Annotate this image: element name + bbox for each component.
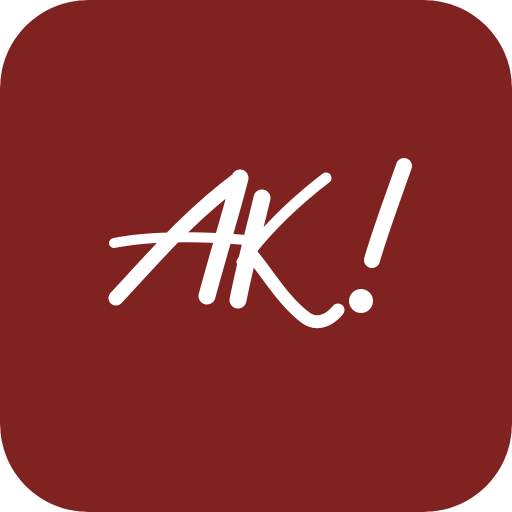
script-lettermark-icon [0, 0, 512, 512]
app-icon[interactable] [0, 0, 512, 512]
letter-a-crossbar [109, 232, 251, 248]
exclamation-dot [349, 289, 373, 313]
